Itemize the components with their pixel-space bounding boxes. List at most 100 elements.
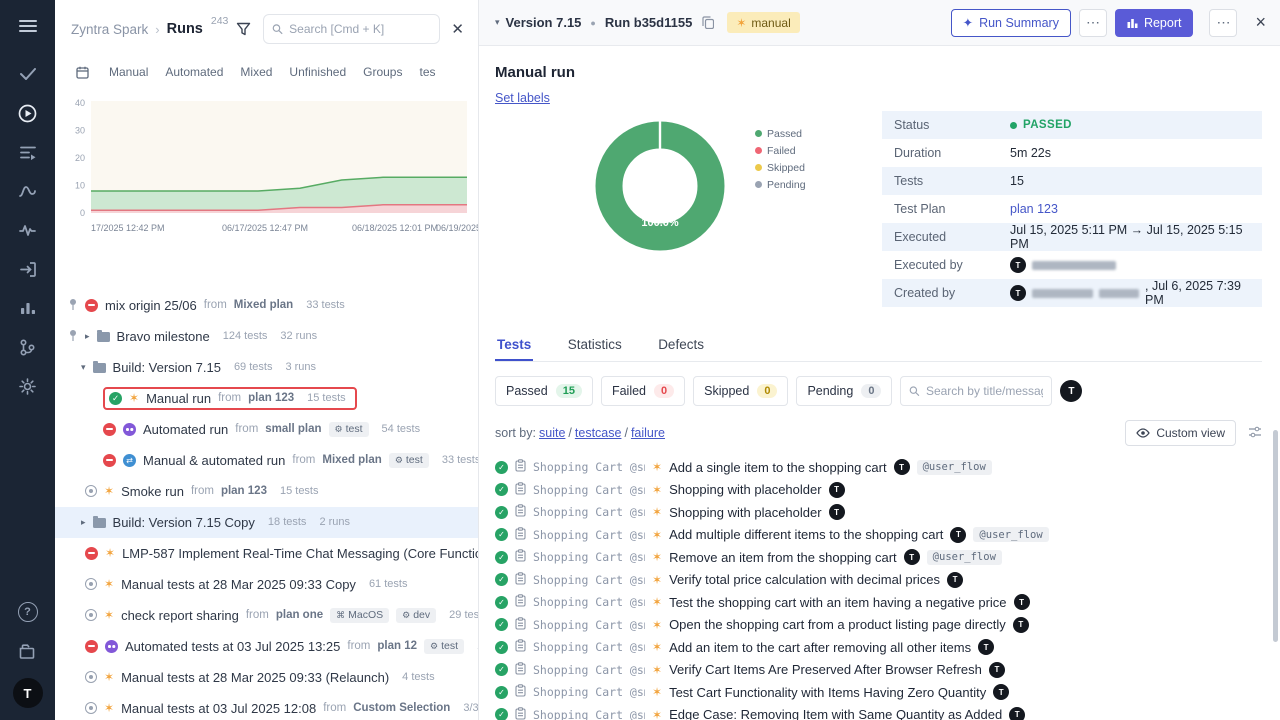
menu-icon[interactable]: [14, 14, 42, 38]
run-plan-link[interactable]: plan 12: [377, 640, 417, 652]
status-passed-icon: ✓: [495, 663, 508, 676]
checks-icon[interactable]: [14, 62, 42, 86]
more-options-icon[interactable]: ⋯: [1079, 9, 1107, 37]
collision-icon: ✶: [652, 596, 662, 608]
run-title: Manual tests at 28 Mar 2025 09:33 Copy: [121, 577, 356, 592]
sort-by-testcase[interactable]: testcase: [575, 426, 622, 440]
tab-unfinished[interactable]: Unfinished: [289, 65, 346, 79]
test-row[interactable]: ✓Shopping Cart @sm…✶Add a single item to…: [495, 456, 1262, 479]
tab-mixed[interactable]: Mixed: [240, 65, 272, 79]
run-row[interactable]: ✶Manual tests at 28 Mar 2025 09:33 Copy6…: [55, 569, 478, 600]
run-row[interactable]: Automated runfromsmall plan⚙test54 tests: [55, 414, 478, 445]
test-row[interactable]: ✓Shopping Cart @sm…✶Edge Case: Removing …: [495, 704, 1262, 720]
tab-automated[interactable]: Automated: [165, 65, 223, 79]
settings-gear-icon[interactable]: [14, 374, 42, 398]
close-panel-icon[interactable]: ✕: [445, 18, 470, 40]
run-row[interactable]: ✶Manual tests at 03 Jul 2025 12:08fromCu…: [55, 693, 478, 720]
folder-icon: [97, 332, 110, 342]
help-icon[interactable]: ?: [14, 600, 42, 624]
version-selector[interactable]: Version 7.15: [506, 15, 582, 30]
filter-failed-chip[interactable]: Failed0: [601, 376, 685, 406]
user-avatar[interactable]: T: [13, 678, 43, 708]
tab-defects[interactable]: Defects: [656, 329, 706, 359]
run-plan-link[interactable]: Mixed plan: [234, 299, 293, 311]
test-row[interactable]: ✓Shopping Cart @sm…✶Open the shopping ca…: [495, 614, 1262, 637]
flaky-icon[interactable]: [14, 179, 42, 203]
copy-icon[interactable]: [699, 13, 717, 32]
run-plan-link[interactable]: Mixed plan: [322, 454, 381, 466]
tab-groups[interactable]: Groups: [363, 65, 402, 79]
run-row[interactable]: ✶LMP-587 Implement Real-Time Chat Messag…: [55, 538, 478, 569]
test-row[interactable]: ✓Shopping Cart @sm…✶Verify Cart Items Ar…: [495, 659, 1262, 682]
run-plan-link[interactable]: small plan: [265, 423, 321, 435]
tests-search-input[interactable]: [926, 384, 1043, 398]
run-row[interactable]: ✶Smoke runfromplan 12315 tests: [55, 476, 478, 507]
custom-view-button[interactable]: Custom view: [1125, 420, 1236, 446]
pulse-icon[interactable]: [14, 218, 42, 242]
run-row[interactable]: mix origin 25/06fromMixed plan33 tests: [55, 290, 478, 321]
filter-funnel-icon[interactable]: [233, 19, 254, 39]
calendar-icon[interactable]: [73, 63, 92, 82]
test-row[interactable]: ✓Shopping Cart @sm…✶Verify total price c…: [495, 569, 1262, 592]
scrollbar[interactable]: [1273, 430, 1278, 642]
tab-statistics[interactable]: Statistics: [566, 329, 624, 359]
analytics-icon[interactable]: [14, 296, 42, 320]
test-row[interactable]: ✓Shopping Cart @sm…✶Remove an item from …: [495, 546, 1262, 569]
test-row[interactable]: ✓Shopping Cart @sm…✶Test Cart Functional…: [495, 681, 1262, 704]
run-row[interactable]: ✶check report sharingfromplan one⌘MacOS⚙…: [55, 600, 478, 631]
filter-skipped-chip[interactable]: Skipped0: [693, 376, 788, 406]
chevron-down-icon[interactable]: ▾: [81, 362, 86, 373]
status-failed-icon: [85, 640, 98, 653]
run-row[interactable]: ▸Build: Version 7.15 Copy18 tests2 runs: [55, 507, 478, 538]
run-row[interactable]: ▾Build: Version 7.1569 tests3 runs: [55, 352, 478, 383]
chevron-right-icon[interactable]: ▸: [85, 331, 90, 342]
run-row[interactable]: ✓✶Manual runfromplan 12315 tests: [55, 383, 478, 414]
run-row[interactable]: ▸Bravo milestone124 tests32 runs: [55, 321, 478, 352]
run-row[interactable]: Automated tests at 03 Jul 2025 13:25from…: [55, 631, 478, 662]
run-row[interactable]: ✶Manual tests at 28 Mar 2025 09:33 (Rela…: [55, 662, 478, 693]
test-plan-link[interactable]: plan 123: [1010, 202, 1058, 216]
run-plan-link[interactable]: Custom Selection: [353, 702, 450, 714]
run-plan-link[interactable]: plan one: [276, 609, 323, 621]
assignee-filter-avatar[interactable]: T: [1060, 380, 1082, 402]
runs-icon[interactable]: [14, 101, 42, 125]
run-row[interactable]: ⇄Manual & automated runfromMixed plan⚙te…: [55, 445, 478, 476]
run-tests-count: 54 tests: [382, 423, 421, 435]
run-title: Manual run: [146, 391, 211, 406]
breadcrumb-project[interactable]: Zyntra Spark: [71, 22, 148, 37]
run-plan-link[interactable]: plan 123: [248, 392, 294, 404]
filter-pending-chip[interactable]: Pending0: [796, 376, 892, 406]
projects-icon[interactable]: [14, 639, 42, 663]
status-published-icon: [85, 671, 97, 683]
user-avatar: T: [950, 527, 966, 543]
suite-name: Shopping Cart @sm…: [533, 573, 645, 587]
tab-tests[interactable]: Tests: [495, 329, 533, 361]
branch-icon[interactable]: [14, 335, 42, 359]
run-summary-button[interactable]: ✦Run Summary: [951, 9, 1071, 37]
test-row[interactable]: ✓Shopping Cart @sm…✶Add multiple differe…: [495, 524, 1262, 547]
run-title: mix origin 25/06: [105, 298, 197, 313]
sort-by-failure[interactable]: failure: [631, 426, 665, 440]
more-options-icon[interactable]: ⋯: [1209, 9, 1237, 37]
tab-manual[interactable]: Manual: [109, 65, 148, 79]
tab-tests[interactable]: tes: [419, 65, 435, 79]
run-plan-link[interactable]: plan 123: [221, 485, 267, 497]
test-plans-icon[interactable]: [14, 140, 42, 164]
close-icon[interactable]: ×: [1255, 12, 1266, 33]
suite-name: Shopping Cart @sm…: [533, 460, 645, 474]
test-row[interactable]: ✓Shopping Cart @sm…✶Add an item to the c…: [495, 636, 1262, 659]
filter-passed-chip[interactable]: Passed15: [495, 376, 593, 406]
set-labels-link[interactable]: Set labels: [495, 91, 550, 105]
collision-icon: ✶: [104, 578, 114, 590]
status-passed-icon: ✓: [495, 483, 508, 496]
runs-search-input[interactable]: [289, 22, 431, 36]
runs-list: mix origin 25/06fromMixed plan33 tests▸B…: [55, 290, 478, 720]
test-row[interactable]: ✓Shopping Cart @sm…✶Shopping with placeh…: [495, 501, 1262, 524]
chevron-right-icon[interactable]: ▸: [81, 517, 86, 528]
report-button[interactable]: Report: [1115, 9, 1194, 37]
import-icon[interactable]: [14, 257, 42, 281]
view-settings-icon[interactable]: [1248, 426, 1262, 441]
sort-by-suite[interactable]: suite: [539, 426, 565, 440]
test-row[interactable]: ✓Shopping Cart @sm…✶Test the shopping ca…: [495, 591, 1262, 614]
test-row[interactable]: ✓Shopping Cart @sm…✶Shopping with placeh…: [495, 479, 1262, 502]
